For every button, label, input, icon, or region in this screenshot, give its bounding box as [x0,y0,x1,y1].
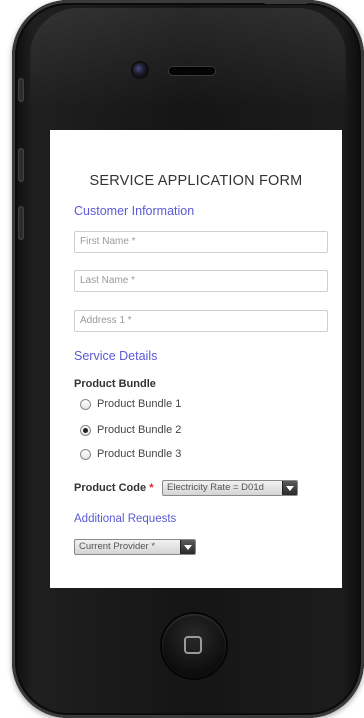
chevron-down-icon[interactable] [282,481,297,495]
current-provider-select-value: Current Provider * [79,541,156,552]
radio-checked-icon[interactable] [80,424,91,436]
form-title: SERVICE APPLICATION FORM [89,173,303,189]
product-bundle-option-label: Product Bundle 1 [97,398,182,410]
product-bundle-option-label: Product Bundle 3 [97,448,182,460]
radio-icon[interactable] [80,448,91,460]
speaker-icon [169,67,215,75]
home-button[interactable] [162,614,226,678]
last-name-field[interactable]: Last Name * [74,270,328,292]
product-code-label: Product Code * [74,482,153,494]
volume-down-button [18,206,24,240]
home-square-icon [184,636,202,654]
phone-frame: SERVICE APPLICATION FORM Customer Inform… [12,0,364,718]
radio-icon[interactable] [80,398,91,410]
product-bundle-option-3[interactable]: Product Bundle 3 [80,446,181,462]
first-name-field[interactable]: First Name * [74,231,328,253]
product-bundle-option-1[interactable]: Product Bundle 1 [80,396,181,412]
chevron-down-icon[interactable] [180,540,195,554]
product-bundle-option-2[interactable]: Product Bundle 2 [80,422,181,438]
product-bundle-option-label: Product Bundle 2 [97,424,182,436]
section-additional-requests: Additional Requests [74,513,177,525]
required-mark: * [149,482,154,494]
volume-up-button [18,148,24,182]
phone-gloss [30,8,346,108]
phone-screen: SERVICE APPLICATION FORM Customer Inform… [50,130,342,588]
section-service-details: Service Details [74,349,158,363]
camera-icon [133,63,147,77]
section-customer-information: Customer Information [74,204,195,218]
current-provider-select[interactable]: Current Provider * [74,539,196,555]
product-bundle-label: Product Bundle [74,378,156,390]
power-button [264,0,308,4]
address1-field[interactable]: Address 1 * [74,310,328,332]
mute-switch [18,78,24,102]
product-code-select-value: Electricity Rate = D01d [167,482,264,493]
product-code-select[interactable]: Electricity Rate = D01d [162,480,298,496]
product-code-label-text: Product Code [74,482,147,494]
